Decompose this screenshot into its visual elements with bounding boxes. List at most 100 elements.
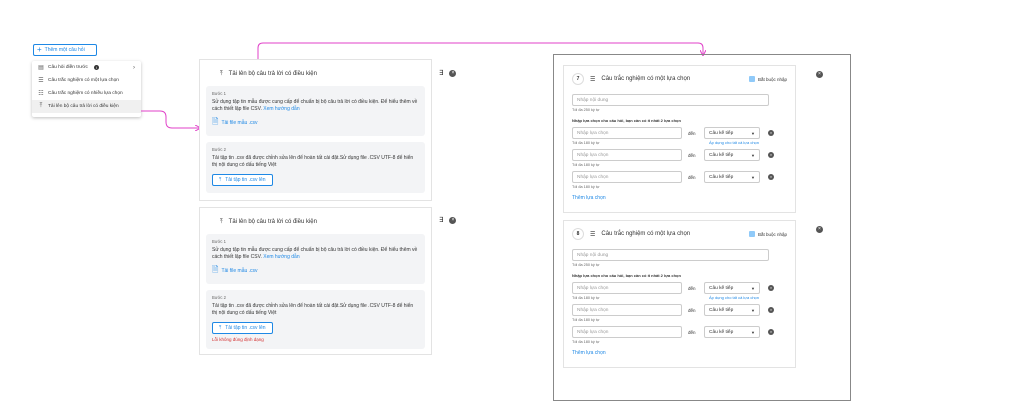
select-value: Câu kế tiếp [709,174,734,180]
step-1: Bước 1 Sử dụng tập tin mẫu được cung cấp… [206,234,425,284]
step-text: Tải tập tin .csv đã được chỉnh sửa lên đ… [212,303,414,316]
option-input[interactable]: Nhập lựa chọn [572,304,682,316]
select-value: Câu kế tiếp [709,130,734,136]
option-hint: Tối đa 180 ký tự [572,296,600,300]
card-title: Tải lên bộ câu trả lời có điều kiện [228,219,317,225]
upload-csv-button[interactable]: ⤒ Tải tập tin .csv lên [212,174,273,186]
collapse-icon[interactable]: ∃ [439,216,443,224]
step-label: Bước 1 [212,91,226,96]
next-question-select[interactable]: Câu kế tiếp ▼ [704,127,760,139]
upload-icon: ⤒ [220,70,223,77]
next-question-select[interactable]: Câu kế tiếp ▼ [704,326,760,338]
sample-file-link[interactable]: 🗎 Tải file mẫu .csv [212,116,419,130]
add-option-link[interactable]: Thêm lựa chọn [572,350,787,356]
next-question-select[interactable]: Câu kế tiếp ▼ [704,149,760,161]
card-actions: ∃ × [439,69,457,77]
step-text: Sử dụng tập tin mẫu được cung cấp để chu… [212,99,418,112]
close-icon[interactable]: × [816,71,823,78]
close-icon[interactable]: × [449,216,457,224]
remove-option-icon[interactable]: × [768,329,774,335]
question-title: Câu trắc nghiệm có một lựa chọn [601,231,691,237]
close-icon[interactable]: × [449,69,457,77]
remove-option-icon[interactable]: × [768,307,774,313]
option-row: Nhập lựa chọn đến Câu kế tiếp ▼ × [572,149,787,161]
option-row: Nhập lựa chọn đến Câu kế tiếp ▼ × [572,282,787,294]
option-hint: Tối đa 180 ký tự [572,163,600,167]
add-option-link[interactable]: Thêm lựa chọn [572,195,787,201]
guide-link[interactable]: Xem hướng dẫn [263,106,299,112]
upload-csv-button[interactable]: ⤒ Tải tập tin .csv lên [212,322,273,334]
option-row: Nhập lựa chọn đến Câu kế tiếp ▼ × [572,304,787,316]
checkbox-icon [748,231,755,237]
content-input[interactable]: Nhập nội dung [572,249,769,261]
select-value: Câu kế tiếp [709,307,734,313]
option-input[interactable]: Nhập lựa chọn [572,326,682,338]
apply-all-link[interactable]: Áp dụng cho tất cả lựa chọn [709,295,759,300]
upload-card: ⤒ Tải lên bộ câu trả lời có điều kiện Bư… [199,207,432,355]
sample-file-label: Tải file mẫu .csv [221,268,258,274]
option-row: Nhập lựa chọn đến Câu kế tiếp ▼ × [572,171,787,183]
error-message: Lỗi không đúng định dạng [212,337,264,342]
collapse-icon[interactable]: ∃ [439,69,443,77]
select-value: Câu kế tiếp [709,329,734,335]
options-hint: Nhập lựa chọn cho câu hỏi, bạn cần có ít… [572,118,681,123]
option-input[interactable]: Nhập lựa chọn [572,171,682,183]
option-hint: Tối đa 180 ký tự [572,141,600,145]
sample-file-link[interactable]: 🗎 Tải file mẫu .csv [212,264,419,278]
remove-option-icon[interactable]: × [768,130,774,136]
guide-link[interactable]: Xem hướng dẫn [263,254,299,260]
caret-down-icon: ▼ [751,329,755,335]
caret-down-icon: ▼ [751,174,755,180]
caret-down-icon: ▼ [751,285,755,291]
option-row: Nhập lựa chọn đến Câu kế tiếp ▼ × [572,127,787,139]
question-number: 8 [572,228,584,240]
file-icon: 🗎 [212,117,219,126]
upload-button-label: Tải tập tin .csv lên [225,325,266,331]
apply-all-link[interactable]: Áp dụng cho tất cả lựa chọn [709,140,759,145]
content-input[interactable]: Nhập nội dung [572,94,769,106]
checkbox-icon [748,76,755,82]
select-value: Câu kế tiếp [709,285,734,291]
option-hint: Tối đa 180 ký tự [572,318,600,322]
required-toggle[interactable]: Bắt buộc nhập [748,76,787,82]
step-text: Sử dụng tập tin mẫu được cung cấp để chu… [212,247,418,260]
caret-down-icon: ▼ [751,130,755,136]
step-label: Bước 1 [212,239,226,244]
next-question-select[interactable]: Câu kế tiếp ▼ [704,282,760,294]
to-label: đến [688,152,696,158]
next-question-select[interactable]: Câu kế tiếp ▼ [704,171,760,183]
upload-icon: ⤒ [219,177,222,183]
sample-file-label: Tải file mẫu .csv [221,120,258,126]
option-hint: Tối đa 180 ký tự [572,340,600,344]
next-question-select[interactable]: Câu kế tiếp ▼ [704,304,760,316]
caret-down-icon: ▼ [751,152,755,158]
step-text: Tải tập tin .csv đã được chỉnh sửa lên đ… [212,155,414,168]
option-input[interactable]: Nhập lựa chọn [572,127,682,139]
option-input[interactable]: Nhập lựa chọn [572,282,682,294]
to-label: đến [688,130,696,136]
upload-button-label: Tải tập tin .csv lên [225,177,266,183]
close-icon[interactable]: × [816,226,823,233]
step-label: Bước 2 [212,295,226,300]
list-icon: ☰ [590,76,596,83]
step-2: Bước 2 Tải tập tin .csv đã được chỉnh sử… [206,290,425,349]
required-toggle[interactable]: Bắt buộc nhập [748,231,787,237]
remove-option-icon[interactable]: × [768,174,774,180]
step-2: Bước 2 Tải tập tin .csv đã được chỉnh sử… [206,142,425,193]
caret-down-icon: ▼ [751,307,755,313]
option-row: Nhập lựa chọn đến Câu kế tiếp ▼ × [572,326,787,338]
file-icon: 🗎 [212,265,219,274]
options-hint: Nhập lựa chọn cho câu hỏi, bạn cần có ít… [572,273,681,278]
content-hint: Tối đa 250 ký tự [572,108,600,112]
to-label: đến [688,307,696,313]
remove-option-icon[interactable]: × [768,285,774,291]
remove-option-icon[interactable]: × [768,152,774,158]
upload-icon: ⤒ [220,218,223,225]
option-input[interactable]: Nhập lựa chọn [572,149,682,161]
arrow-menu-to-card [141,110,200,128]
step-label: Bước 2 [212,147,226,152]
card-actions: ∃ × [439,216,457,224]
option-hint: Tối đa 180 ký tự [572,185,600,189]
list-icon: ☰ [590,231,596,238]
step-1: Bước 1 Sử dụng tập tin mẫu được cung cấp… [206,86,425,136]
